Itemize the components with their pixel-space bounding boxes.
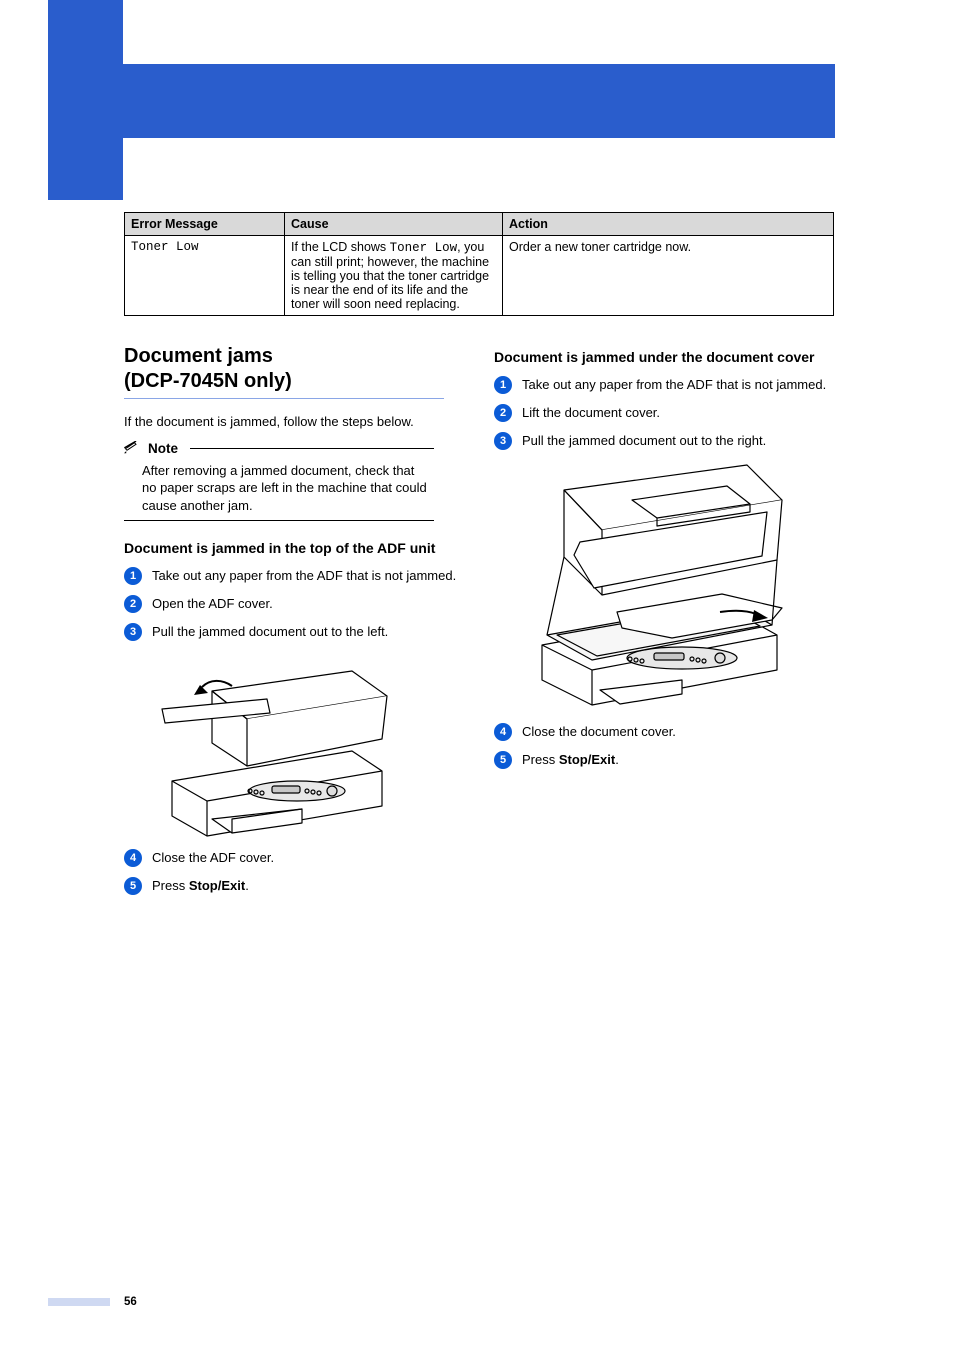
step-2-text: Open the ADF cover. [152, 595, 464, 613]
step-number-badge: 1 [494, 376, 512, 394]
adf-illustration [152, 651, 464, 841]
step-3: 3 Pull the jammed document out to the ri… [494, 432, 834, 450]
step-4-text: Close the ADF cover. [152, 849, 464, 867]
note-heading: Note [124, 441, 434, 456]
section-heading: Document jams (DCP-7045N only) [124, 344, 464, 394]
heading-line1: Document jams [124, 345, 273, 367]
header-blue-horizontal [123, 64, 835, 138]
right-column: Document is jammed under the document co… [494, 344, 834, 905]
left-column: Document jams (DCP-7045N only) If the do… [124, 344, 464, 905]
step-2-text: Lift the document cover. [522, 404, 834, 422]
step-number-badge: 2 [124, 595, 142, 613]
subheading-doc-cover: Document is jammed under the document co… [494, 348, 834, 366]
table-row: Toner Low If the LCD shows Toner Low, yo… [125, 236, 834, 316]
step-5-text: Press Stop/Exit. [522, 751, 834, 769]
two-column-layout: Document jams (DCP-7045N only) If the do… [124, 344, 834, 905]
cause-mono: Toner Low [390, 241, 458, 255]
step-1-text: Take out any paper from the ADF that is … [152, 567, 464, 585]
cell-action: Order a new toner cartridge now. [503, 236, 834, 316]
step-4: 4 Close the ADF cover. [124, 849, 464, 867]
step-5: 5 Press Stop/Exit. [124, 877, 464, 895]
step-3-text: Pull the jammed document out to the left… [152, 623, 464, 641]
step-4-text: Close the document cover. [522, 723, 834, 741]
table-header: Error Message Cause Action [125, 213, 834, 236]
th-error-message: Error Message [125, 213, 285, 236]
step-number-badge: 4 [124, 849, 142, 867]
intro-paragraph: If the document is jammed, follow the st… [124, 413, 464, 431]
page-content: Error Message Cause Action Toner Low If … [124, 212, 834, 905]
step-number-badge: 1 [124, 567, 142, 585]
th-cause: Cause [285, 213, 503, 236]
cell-cause: If the LCD shows Toner Low, you can stil… [285, 236, 503, 316]
document-cover-illustration [522, 460, 834, 715]
header-blue-vertical [48, 0, 123, 200]
note-block: Note After removing a jammed document, c… [124, 441, 434, 522]
step-3: 3 Pull the jammed document out to the le… [124, 623, 464, 641]
cause-prefix: If the LCD shows [291, 240, 390, 254]
step-number-badge: 4 [494, 723, 512, 741]
step-2: 2 Lift the document cover. [494, 404, 834, 422]
step-number-badge: 3 [124, 623, 142, 641]
step-3-text: Pull the jammed document out to the righ… [522, 432, 834, 450]
subheading-adf-top: Document is jammed in the top of the ADF… [124, 539, 464, 557]
step-5: 5 Press Stop/Exit. [494, 751, 834, 769]
step-4: 4 Close the document cover. [494, 723, 834, 741]
error-message-table: Error Message Cause Action Toner Low If … [124, 212, 834, 316]
step-1: 1 Take out any paper from the ADF that i… [124, 567, 464, 585]
page-number-bar [48, 1298, 110, 1306]
page-number: 56 [124, 1296, 137, 1308]
note-rule [190, 448, 434, 449]
th-action: Action [503, 213, 834, 236]
note-label: Note [148, 441, 178, 456]
note-icon [124, 441, 142, 455]
heading-line2: (DCP-7045N only) [124, 370, 292, 392]
section-rule [124, 398, 444, 399]
step-number-badge: 2 [494, 404, 512, 422]
step-5-text: Press Stop/Exit. [152, 877, 464, 895]
step-number-badge: 5 [124, 877, 142, 895]
note-body: After removing a jammed document, check … [124, 456, 434, 522]
step-number-badge: 3 [494, 432, 512, 450]
step-1-text: Take out any paper from the ADF that is … [522, 376, 834, 394]
step-2: 2 Open the ADF cover. [124, 595, 464, 613]
step-number-badge: 5 [494, 751, 512, 769]
step-1: 1 Take out any paper from the ADF that i… [494, 376, 834, 394]
cell-error-message: Toner Low [125, 236, 285, 316]
